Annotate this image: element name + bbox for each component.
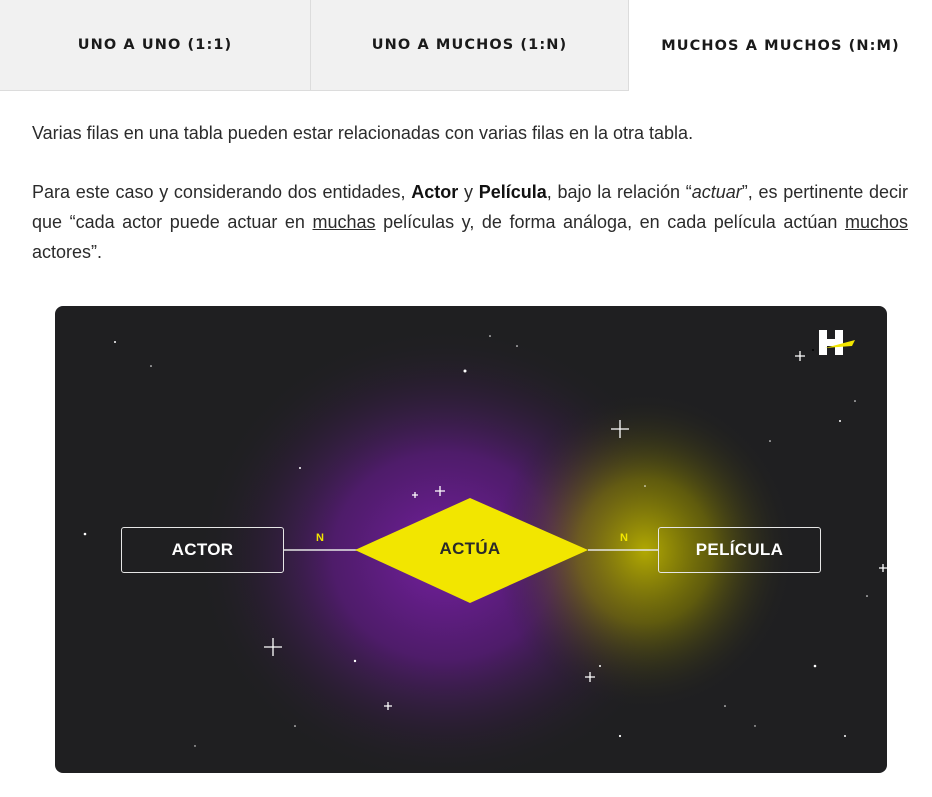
example-text: , bajo la relación “ [546,182,692,202]
relation-text: actuar [691,182,742,202]
er-diagram: ACTOR ACTÚA PELÍCULA N N [55,306,887,773]
cardinality-left: N [316,532,324,544]
entity-actor-text: Actor [411,182,459,202]
brand-h-logo-icon [812,330,855,355]
example-text: y [458,182,479,202]
example-text: películas y, de forma análoga, en cada p… [375,212,845,232]
entity-actor-label: ACTOR [171,540,234,559]
entity-pelicula-box: PELÍCULA [658,527,821,573]
muchas-underlined: muchas [312,212,376,232]
muchos-underlined: muchos [844,212,908,232]
example-text: Para este caso y considerando dos entida… [32,182,412,202]
example-paragraph: Para este caso y considerando dos entida… [32,177,908,267]
relationship-label: ACTÚA [439,539,501,558]
entity-actor-box: ACTOR [121,527,284,573]
tab-one-to-one[interactable]: UNO A UNO (1:1) [0,0,311,91]
tab-one-to-many[interactable]: UNO A MUCHOS (1:N) [311,0,629,91]
entity-pelicula-text: Película [478,182,547,202]
cardinality-right: N [620,532,628,544]
intro-paragraph: Varias filas en una tabla pueden estar r… [32,123,694,143]
entity-pelicula-label: PELÍCULA [695,540,784,559]
relationship-tabs: UNO A UNO (1:1) UNO A MUCHOS (1:N) MUCHO… [0,0,932,91]
example-text: actores”. [32,242,103,262]
tab-many-to-many[interactable]: MUCHOS A MUCHOS (N:M) [629,0,932,91]
